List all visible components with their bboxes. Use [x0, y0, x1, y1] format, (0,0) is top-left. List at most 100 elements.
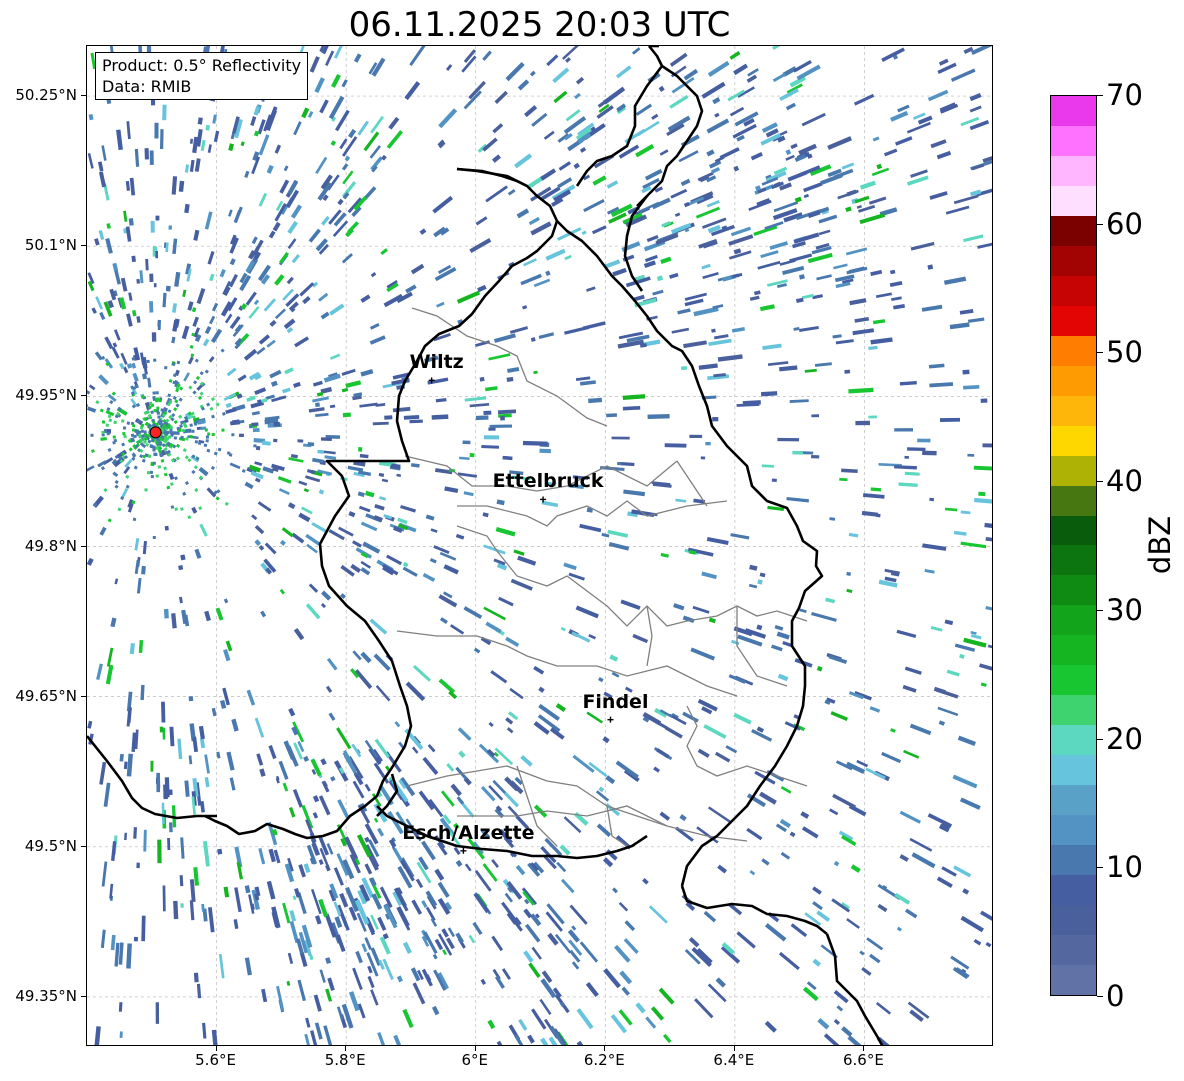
echo-cell — [905, 908, 918, 919]
echo-cell — [279, 251, 289, 264]
echo-cell — [253, 444, 257, 448]
echo-cell — [169, 726, 175, 747]
echo-cell — [189, 159, 195, 172]
echo-cell — [680, 178, 691, 187]
echo-cell — [125, 474, 130, 479]
echo-cell — [169, 822, 173, 833]
echo-cell — [149, 150, 154, 165]
echo-cell — [255, 445, 261, 451]
echo-cell — [386, 130, 403, 149]
echo-cell — [533, 370, 538, 375]
echo-cell — [973, 938, 982, 946]
echo-cell — [697, 748, 710, 758]
echo-cell — [314, 77, 325, 94]
echo-cell — [188, 755, 193, 765]
colorbar-tick — [1097, 867, 1103, 869]
echo-cell — [970, 630, 977, 635]
echo-cell — [357, 120, 369, 136]
echo-cell — [522, 305, 528, 310]
echo-cell — [134, 148, 140, 167]
city-marker — [607, 716, 614, 723]
echo-cell — [583, 198, 605, 213]
echo-cell — [193, 229, 200, 241]
echo-cell — [412, 982, 426, 1005]
echo-cell — [141, 915, 146, 942]
echo-cell — [244, 885, 251, 894]
echo-cell — [128, 218, 134, 226]
echo-cell — [329, 353, 341, 360]
echo-cell — [282, 902, 291, 924]
echo-cell — [105, 664, 114, 685]
echo-cell — [184, 780, 190, 797]
echo-cell — [669, 52, 688, 67]
echo-cell — [839, 477, 848, 482]
echo-cell — [602, 86, 626, 105]
echo-cell — [777, 673, 789, 682]
echo-cell — [192, 316, 199, 327]
echo-cell — [303, 755, 310, 762]
echo-cell — [427, 744, 436, 753]
echo-cell — [187, 458, 192, 463]
echo-cell — [189, 435, 193, 439]
echo-cell — [103, 782, 111, 807]
echo-cell — [88, 113, 94, 121]
echo-cell — [360, 567, 371, 576]
echo-cell — [222, 412, 226, 416]
echo-cell — [220, 699, 227, 709]
echo-cell — [586, 711, 603, 724]
echo-cell — [899, 381, 917, 386]
echo-cell — [543, 130, 555, 140]
echo-cell — [375, 685, 391, 702]
echo-cell — [801, 112, 826, 127]
district-border — [457, 500, 728, 527]
colorbar-segment — [1051, 875, 1096, 906]
echo-cell — [261, 398, 268, 403]
echo-cell — [664, 726, 683, 739]
echo-cell — [251, 411, 260, 416]
echo-cell — [659, 149, 669, 156]
echo-cell — [291, 254, 301, 264]
echo-cell — [859, 950, 865, 956]
echo-cell — [369, 322, 380, 330]
echo-cell — [351, 743, 362, 758]
echo-cell — [172, 303, 177, 313]
echo-cell — [98, 374, 110, 386]
echo-cell — [341, 368, 356, 376]
echo-cell — [660, 552, 669, 558]
colorbar-segment — [1051, 605, 1096, 636]
echo-cell — [341, 136, 358, 157]
echo-cell — [301, 506, 313, 515]
echo-cell — [114, 578, 119, 585]
echo-cell — [509, 326, 529, 334]
echo-cell — [980, 682, 987, 687]
echo-cell — [985, 536, 992, 542]
echo-cell — [437, 881, 450, 898]
echo-cell — [279, 539, 286, 546]
echo-cell — [94, 238, 100, 246]
echo-cell — [101, 145, 107, 161]
echo-cell — [91, 307, 97, 314]
echo-cell — [289, 910, 297, 922]
echo-cell — [193, 867, 200, 886]
echo-cell — [950, 68, 976, 82]
echo-cell — [312, 812, 319, 819]
echo-cell — [249, 425, 253, 429]
echo-cell — [352, 650, 362, 661]
echo-cell — [415, 878, 424, 889]
echo-cell — [656, 748, 670, 759]
country-border — [825, 933, 884, 1045]
echo-cell — [777, 437, 800, 442]
echo-cell — [122, 432, 126, 436]
echo-cell — [191, 429, 195, 433]
echo-cell — [818, 214, 838, 224]
echo-cell — [558, 161, 572, 171]
echo-cell — [422, 572, 436, 582]
echo-cell — [324, 455, 337, 460]
echo-cell — [579, 147, 587, 153]
echo-cell — [208, 356, 215, 363]
echo-cell — [531, 1008, 547, 1030]
echo-cell — [562, 46, 581, 60]
colorbar-tick — [1097, 609, 1103, 611]
echo-cell — [384, 415, 393, 420]
colorbar-segment — [1051, 485, 1096, 516]
